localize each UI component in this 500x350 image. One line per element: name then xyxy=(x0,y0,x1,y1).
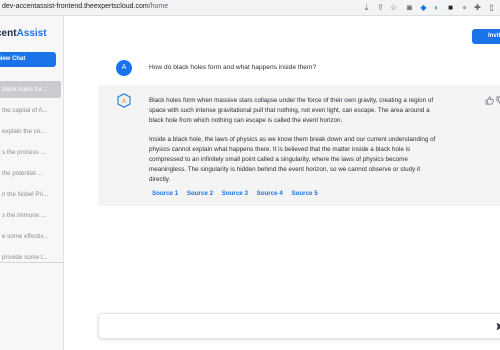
extension-icon[interactable]: ◐ xyxy=(432,3,441,12)
sidebar-toggle-icon[interactable]: ▯ xyxy=(487,3,496,12)
extension-icon[interactable]: ◆ xyxy=(419,3,428,12)
history-item[interactable]: n the Nobel Pri... xyxy=(0,186,61,203)
invite-button[interactable]: Invite xyxy=(472,29,500,44)
download-icon[interactable]: ⤓ xyxy=(362,3,371,12)
new-chat-button[interactable]: New Chat xyxy=(0,52,56,67)
sidebar-divider xyxy=(0,262,63,263)
history-item[interactable]: s the immune ... xyxy=(0,207,61,224)
answer-paragraph: Black holes form when massive stars coll… xyxy=(149,97,434,124)
history-item[interactable]: e some effectiv... xyxy=(0,228,61,245)
svg-text:A: A xyxy=(122,99,127,105)
message-input[interactable] xyxy=(107,320,487,333)
history-item[interactable]: the capital of A... xyxy=(0,102,61,119)
source-link[interactable]: Source 1 xyxy=(152,190,178,197)
share-icon[interactable]: ⇪ xyxy=(376,3,385,12)
answer-paragraph: Inside a black hole, the laws of physics… xyxy=(149,136,436,183)
thumbs-up-icon[interactable] xyxy=(485,96,494,105)
assistant-answer: A Black holes form when massive stars co… xyxy=(98,85,500,206)
bookmark-star-icon[interactable]: ☆ xyxy=(389,3,398,12)
user-avatar: A xyxy=(116,60,132,76)
user-question: How do black holes form and what happens… xyxy=(149,64,317,71)
brand-name-part1: cent xyxy=(0,28,17,39)
answer-text: Black holes form when massive stars coll… xyxy=(149,96,441,185)
thumbs-down-icon[interactable] xyxy=(496,96,500,105)
browser-toolbar: dev-accentassist-frontend.theexpertsclou… xyxy=(0,0,500,16)
message-composer xyxy=(98,313,500,339)
puzzle-icon[interactable]: ✚ xyxy=(473,3,482,12)
history-item[interactable]: explain the co... xyxy=(0,123,61,140)
history-item[interactable]: s the process ... xyxy=(0,144,61,161)
source-link[interactable]: Source 5 xyxy=(292,190,318,197)
bot-logo-icon: A xyxy=(117,93,131,108)
extension-icon[interactable]: ● xyxy=(460,3,469,12)
history-item[interactable]: black holes for... xyxy=(0,81,61,98)
source-link[interactable]: Source 2 xyxy=(187,190,213,197)
source-link[interactable]: Source 4 xyxy=(257,190,283,197)
source-link[interactable]: Source 3 xyxy=(222,190,248,197)
sidebar: centAssist New Chat black holes for... t… xyxy=(0,16,64,350)
url-host: dev-accentassist-frontend.theexpertsclou… xyxy=(2,3,149,10)
extension-icon[interactable]: ■ xyxy=(446,3,455,12)
sources-list: Source 1 Source 2 Source 3 Source 4 Sour… xyxy=(152,190,325,197)
url-path: /home xyxy=(148,3,169,10)
history-item[interactable]: provide some t... xyxy=(0,249,61,266)
brand-name-part2: Assist xyxy=(16,28,47,39)
brand-logo: centAssist xyxy=(0,28,47,39)
history-item[interactable]: the potential ... xyxy=(0,165,61,182)
address-bar[interactable]: dev-accentassist-frontend.theexpertsclou… xyxy=(2,3,168,10)
camera-icon[interactable]: ◙ xyxy=(405,3,414,12)
send-icon[interactable] xyxy=(496,322,500,331)
